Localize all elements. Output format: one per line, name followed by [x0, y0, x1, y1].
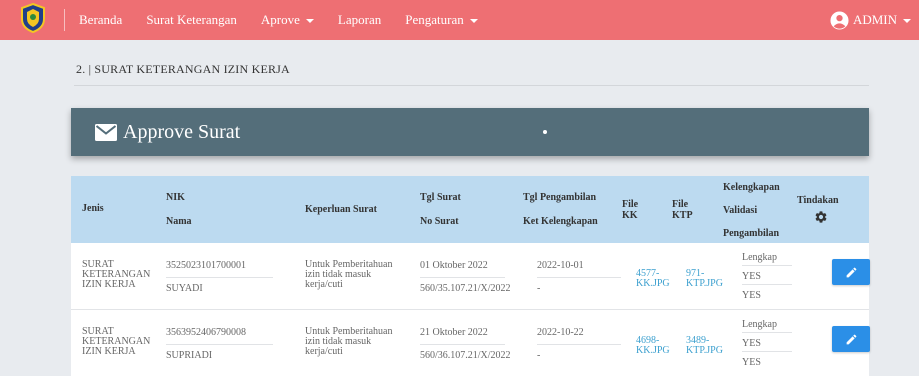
file-kk-link[interactable]: 4698-KK.JPG: [636, 336, 670, 356]
breadcrumb: 2. | SURAT KETERANGAN IZIN KERJA: [76, 62, 290, 76]
cell-jenis: SURAT KETERANGAN IZIN KERJA: [82, 326, 151, 357]
user-menu[interactable]: ADMIN: [830, 0, 911, 40]
pencil-icon: [846, 267, 856, 277]
cell-divider: [166, 344, 273, 345]
th-jenis: Jenis: [82, 203, 104, 214]
pencil-icon: [846, 334, 856, 344]
cell-nik: 3525023101700001: [166, 260, 246, 271]
cell-no-surat: 560/35.107.21/X/2022: [420, 283, 511, 294]
cell-divider: [742, 351, 792, 352]
nav-item-surat-keterangan[interactable]: Surat Keterangan: [146, 12, 237, 28]
cell-keperluan: Untuk Pemberitahuan izin tidak masuk ker…: [305, 326, 393, 357]
table-row: SURAT KETERANGAN IZIN KERJA 356395240679…: [71, 310, 870, 376]
cell-nama: SUYADI: [166, 283, 203, 294]
navbar: Beranda Surat Keterangan Aprove Laporan …: [0, 0, 919, 40]
th-pengambilan: Tgl Pengambilan Ket Kelengkapan: [523, 192, 598, 227]
cell-pengambilan: YES: [742, 357, 761, 368]
page-banner: Approve Surat: [71, 108, 869, 156]
cell-ket-kelengkapan: -: [537, 350, 541, 361]
nav-item-aprove[interactable]: Aprove: [261, 12, 314, 28]
nav-item-beranda[interactable]: Beranda: [79, 12, 122, 28]
gear-icon[interactable]: [814, 210, 828, 227]
cell-divider: [420, 344, 505, 345]
user-name: ADMIN: [852, 12, 897, 27]
cell-ket-kelengkapan: -: [537, 283, 541, 294]
edit-button[interactable]: [832, 326, 870, 352]
cell-divider: [537, 344, 621, 345]
cell-divider: [420, 277, 505, 278]
th-keperluan: Keperluan Surat: [305, 204, 377, 215]
nav-item-laporan[interactable]: Laporan: [338, 12, 381, 28]
cell-keperluan: Untuk Pemberitahuan izin tidak masuk ker…: [305, 259, 393, 290]
cell-tgl-surat: 21 Oktober 2022: [420, 327, 488, 338]
th-nik-nama: NIK Nama: [166, 192, 192, 227]
cell-tgl-pengambilan: 2022-10-01: [537, 260, 584, 271]
user-circle-icon: [830, 10, 849, 30]
cell-validasi: YES: [742, 271, 761, 282]
cell-kelengkapan: Lengkap: [742, 319, 777, 330]
cell-divider: [742, 265, 792, 266]
th-kelengkapan: Kelengkapan Validasi Pengambilan: [723, 182, 780, 239]
file-kk-link[interactable]: 4577-KK.JPG: [636, 269, 670, 289]
cell-tgl-pengambilan: 2022-10-22: [537, 327, 584, 338]
cell-nik: 3563952406790008: [166, 327, 246, 338]
logo-icon[interactable]: [20, 2, 46, 34]
nav-menu: Beranda Surat Keterangan Aprove Laporan …: [79, 0, 502, 40]
file-ktp-link[interactable]: 971-KTP.JPG: [686, 269, 723, 289]
banner-dot: [543, 130, 547, 134]
cell-divider: [166, 277, 273, 278]
th-file-ktp: File KTP: [672, 199, 693, 221]
th-file-kk: File KK: [622, 199, 639, 221]
cell-divider: [742, 284, 792, 285]
divider: [74, 85, 869, 86]
table-header: Jenis NIK Nama Keperluan Surat Tgl Surat…: [71, 176, 869, 243]
cell-nama: SUPRIADI: [166, 350, 213, 361]
approve-table: Jenis NIK Nama Keperluan Surat Tgl Surat…: [71, 176, 870, 376]
edit-button[interactable]: [832, 259, 870, 285]
cell-kelengkapan: Lengkap: [742, 252, 777, 263]
caret-down-icon: [469, 18, 478, 23]
cell-divider: [537, 277, 621, 278]
page-title: Approve Surat: [123, 120, 241, 143]
cell-divider: [742, 332, 792, 333]
cell-tgl-surat: 01 Oktober 2022: [420, 260, 488, 271]
file-ktp-link[interactable]: 3489-KTP.JPG: [686, 336, 723, 356]
nav-divider: [64, 9, 65, 31]
th-tgl-surat: Tgl Surat No Surat: [420, 192, 461, 227]
cell-validasi: YES: [742, 338, 761, 349]
caret-down-icon: [903, 18, 911, 23]
caret-down-icon: [305, 18, 314, 23]
nav-item-pengaturan[interactable]: Pengaturan: [405, 12, 478, 28]
cell-no-surat: 560/36.107.21/X/2022: [420, 350, 511, 361]
cell-jenis: SURAT KETERANGAN IZIN KERJA: [82, 259, 151, 290]
table-row: SURAT KETERANGAN IZIN KERJA 352502310170…: [71, 243, 870, 310]
cell-pengambilan: YES: [742, 290, 761, 301]
envelope-icon: [95, 123, 117, 141]
th-tindakan: Tindakan: [790, 176, 869, 243]
